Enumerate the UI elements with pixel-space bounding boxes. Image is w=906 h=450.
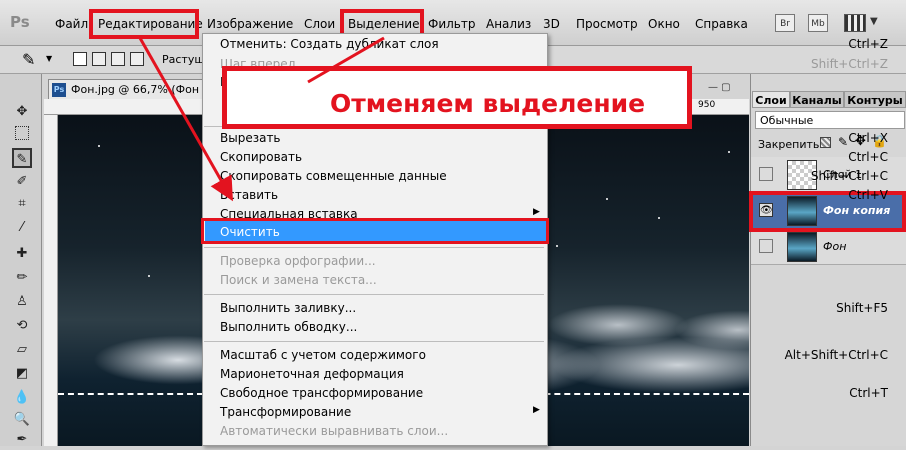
star xyxy=(556,245,558,247)
layer-name: Фон xyxy=(823,240,847,253)
menu-view[interactable]: Просмотр xyxy=(576,17,638,31)
menu-file[interactable]: Файл xyxy=(55,17,88,31)
stamp-tool-icon[interactable]: ♙ xyxy=(12,292,32,312)
menu-layers[interactable]: Слои xyxy=(304,17,335,31)
left-ruler xyxy=(44,115,58,446)
submenu-arrow-icon: ▶ xyxy=(533,405,540,415)
star xyxy=(98,145,100,147)
ps-file-icon: Ps xyxy=(52,83,66,97)
menu-separator xyxy=(204,341,544,342)
tab-layers[interactable]: Слои xyxy=(752,91,790,108)
window-controls[interactable]: — ▢ xyxy=(708,82,744,96)
eraser-tool-icon[interactable]: ▱ xyxy=(12,340,32,360)
menu-item-cut[interactable]: Вырезать xyxy=(220,131,281,145)
layer-row[interactable]: Фон xyxy=(751,229,906,265)
menu-item-undo[interactable]: Отменить: Создать дубликат слоя xyxy=(220,37,439,51)
eyedropper-icon[interactable]: ⁄ xyxy=(12,218,32,238)
move-tool-icon[interactable]: ✥ xyxy=(12,102,32,122)
photoshop-logo: Ps xyxy=(10,13,30,31)
submenu-arrow-icon: ▶ xyxy=(533,207,540,217)
visibility-toggle[interactable] xyxy=(759,239,773,253)
menu-help[interactable]: Справка xyxy=(695,17,748,31)
healing-brush-icon[interactable]: ✚ xyxy=(12,244,32,264)
shortcut-copy: Ctrl+C xyxy=(848,150,888,164)
marquee-tool-icon[interactable] xyxy=(15,126,29,140)
ruler-mark: 950 xyxy=(698,100,716,110)
shortcut-cut: Ctrl+X xyxy=(848,131,888,145)
blend-mode-select[interactable]: Обычные xyxy=(755,111,905,129)
star xyxy=(148,275,150,277)
menu-item-fill[interactable]: Выполнить заливку... xyxy=(220,301,356,315)
tab-paths[interactable]: Контуры xyxy=(844,91,906,108)
add-selection-icon[interactable] xyxy=(92,52,106,66)
menu-item-puppet-warp[interactable]: Марионеточная деформация xyxy=(220,367,404,381)
lasso-icon[interactable]: ✎ xyxy=(22,50,35,69)
menu-item-spellcheck[interactable]: Проверка орфографии... xyxy=(220,254,376,268)
shortcut-fill: Shift+F5 xyxy=(836,301,888,315)
lasso-tool-icon[interactable]: ✎ xyxy=(12,148,32,168)
blur-tool-icon[interactable]: 💧 xyxy=(12,388,32,408)
shortcut-free-transform: Ctrl+T xyxy=(849,386,888,400)
mini-bridge-icon[interactable]: Mb xyxy=(808,14,828,32)
annotation-callout: Отменяем выделение xyxy=(222,66,692,129)
menu-item-find-replace[interactable]: Поиск и замена текста... xyxy=(220,273,377,287)
dodge-tool-icon[interactable]: 🔍 xyxy=(12,410,32,430)
tab-channels[interactable]: Каналы xyxy=(790,91,844,108)
history-brush-icon[interactable]: ⟲ xyxy=(12,316,32,336)
menu-separator xyxy=(204,294,544,295)
menu-analysis[interactable]: Анализ xyxy=(486,17,531,31)
chevron-down-icon[interactable]: ▼ xyxy=(870,16,878,27)
crop-tool-icon[interactable]: ⌗ xyxy=(12,194,32,214)
callout-text: Отменяем выделение xyxy=(330,89,646,118)
subtract-selection-icon[interactable] xyxy=(111,52,125,66)
menu-item-content-aware-scale[interactable]: Масштаб с учетом содержимого xyxy=(220,348,426,362)
intersect-selection-icon[interactable] xyxy=(130,52,144,66)
edit-menu-highlight xyxy=(89,9,199,39)
brush-tool-icon[interactable]: ✏ xyxy=(12,268,32,288)
shortcut-undo: Ctrl+Z xyxy=(848,37,888,51)
filmstrip-icon[interactable] xyxy=(844,14,866,32)
layer-thumbnail xyxy=(787,232,817,262)
paint-bucket-icon[interactable]: ◩ xyxy=(12,364,32,384)
chevron-down-icon[interactable]: ▼ xyxy=(46,54,52,63)
quick-select-icon[interactable]: ✐ xyxy=(12,172,32,192)
menu-item-transform[interactable]: Трансформирование xyxy=(220,405,351,419)
shortcut-content-aware-scale: Alt+Shift+Ctrl+C xyxy=(784,348,888,362)
clear-item-highlight xyxy=(201,218,549,244)
toolbox: ✥ ✎ ✐ ⌗ ⁄ ✚ ✏ ♙ ⟲ ▱ ◩ 💧 🔍 ✒ xyxy=(0,74,42,447)
menu-item-free-transform[interactable]: Свободное трансформирование xyxy=(220,386,423,400)
shortcut-paste: Ctrl+V xyxy=(848,188,888,202)
star xyxy=(658,217,660,219)
menu-item-stroke[interactable]: Выполнить обводку... xyxy=(220,320,357,334)
menu-item-copy[interactable]: Скопировать xyxy=(220,150,302,164)
menu-item-paste[interactable]: Вставить xyxy=(220,188,278,202)
menu-separator xyxy=(204,247,544,248)
menu-item-copy-merged[interactable]: Скопировать совмещенные данные xyxy=(220,169,447,183)
document-title: Фон.jpg @ 66,7% (Фон ко xyxy=(71,83,216,96)
menu-window[interactable]: Окно xyxy=(648,17,680,31)
new-selection-icon[interactable] xyxy=(73,52,87,66)
menu-3d[interactable]: 3D xyxy=(543,17,560,31)
bridge-icon[interactable]: Br xyxy=(775,14,795,32)
menu-image[interactable]: Изображение xyxy=(207,17,293,31)
menu-item-auto-align-layers[interactable]: Автоматически выравнивать слои... xyxy=(220,424,448,438)
pen-tool-icon[interactable]: ✒ xyxy=(12,430,32,450)
menu-filter[interactable]: Фильтр xyxy=(428,17,475,31)
shortcut-copy-merged: Shift+Ctrl+C xyxy=(810,169,888,183)
